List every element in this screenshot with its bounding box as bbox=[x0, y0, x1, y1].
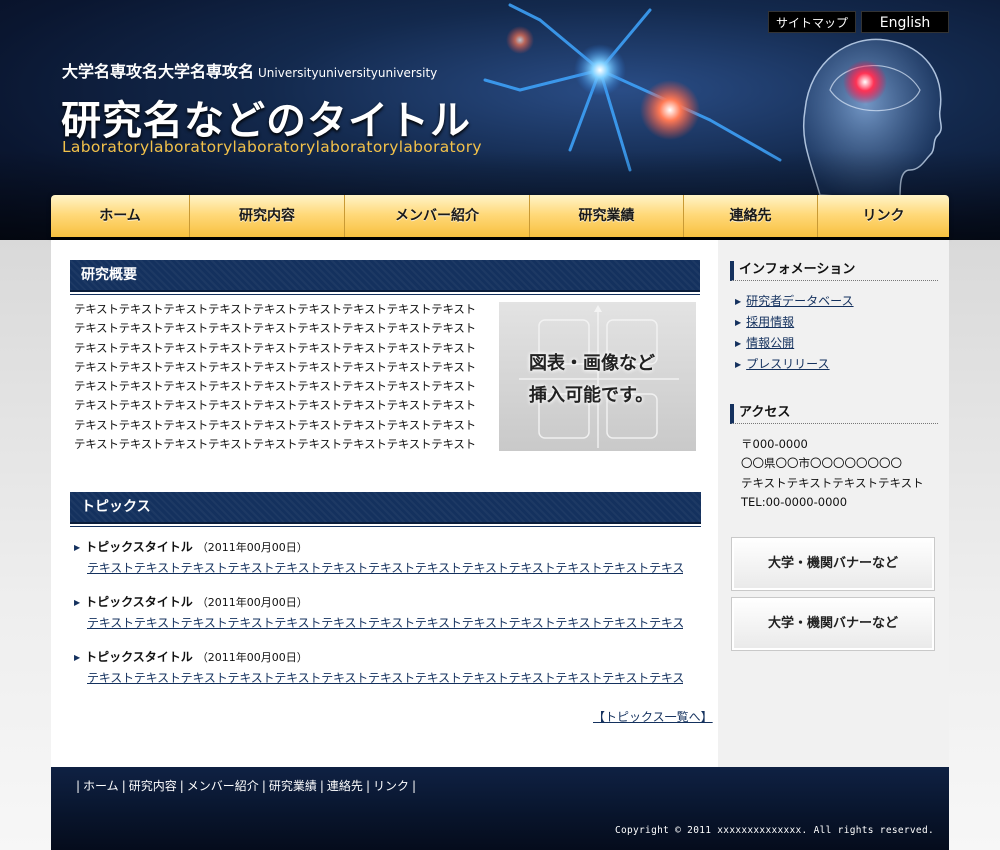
triangle-bullet-icon: ▶ bbox=[74, 653, 81, 662]
nav-achievements[interactable]: 研究業績 bbox=[530, 195, 684, 238]
footer-link-links[interactable]: リンク bbox=[373, 779, 409, 793]
researcher-database-link[interactable]: 研究者データベース bbox=[746, 294, 853, 308]
nav-research[interactable]: 研究内容 bbox=[190, 195, 345, 238]
overview-text-line: テキストテキストテキストテキストテキストテキストテキストテキストテキスト bbox=[74, 359, 476, 374]
lab-name: Laboratorylaboratorylaboratorylaboratory… bbox=[62, 138, 482, 156]
figure-placeholder: 図表・画像など 挿入可能です。 bbox=[499, 302, 696, 451]
overview-text-line: テキストテキストテキストテキストテキストテキストテキストテキストテキスト bbox=[74, 417, 476, 432]
footer-link-research[interactable]: 研究内容 bbox=[129, 779, 177, 793]
topic-title: トピックスタイトル bbox=[85, 540, 193, 554]
copyright: Copyright © 2011 xxxxxxxxxxxxxx. All rig… bbox=[614, 825, 934, 836]
footer-link-achievements[interactable]: 研究業績 bbox=[269, 779, 317, 793]
triangle-bullet-icon: ▶ bbox=[74, 598, 81, 607]
info-link-list: ▶ 研究者データベース ▶ 採用情報 ▶ 情報公開 ▶ プレスリリース bbox=[735, 293, 854, 377]
info-link-item: ▶ 採用情報 bbox=[735, 314, 854, 335]
overview-text-line: テキストテキストテキストテキストテキストテキストテキストテキストテキスト bbox=[74, 340, 476, 355]
topic-header: ▶ トピックスタイトル （2011年00月00日） bbox=[74, 593, 694, 610]
topic-item: ▶ トピックスタイトル （2011年00月00日） テキストテキストテキストテキスト… bbox=[74, 648, 694, 686]
institution-banner[interactable]: 大学・機関バナーなど bbox=[731, 537, 935, 591]
nav-links[interactable]: リンク bbox=[818, 195, 949, 238]
figure-caption: 図表・画像など 挿入可能です。 bbox=[529, 348, 655, 412]
topics-list-link[interactable]: 【トピックス一覧へ】 bbox=[593, 708, 713, 725]
topics-heading: トピックス bbox=[70, 492, 701, 527]
institution-banner[interactable]: 大学・機関バナーなど bbox=[731, 597, 935, 651]
disclosure-link[interactable]: 情報公開 bbox=[746, 336, 794, 350]
figure-caption-line: 挿入可能です。 bbox=[529, 385, 654, 406]
triangle-bullet-icon: ▶ bbox=[74, 543, 81, 552]
footer-nav: | ホーム | 研究内容 | メンバー紹介 | 研究業績 | 連絡先 | リンク | bbox=[76, 779, 417, 793]
info-link-item: ▶ 研究者データベース bbox=[735, 293, 854, 314]
phone-number: TEL:00-0000-0000 bbox=[741, 494, 848, 509]
footer-link-members[interactable]: メンバー紹介 bbox=[187, 779, 259, 793]
access-info: 〒000-0000 〇〇県〇〇市〇〇〇〇〇〇〇〇 テキストテキストテキストテキス… bbox=[741, 435, 924, 512]
topic-link[interactable]: テキストテキストテキストテキストテキストテキストテキストテキストテキストテキスト… bbox=[87, 559, 683, 576]
info-heading: インフォメーション bbox=[730, 261, 938, 281]
topic-date: （2011年00月00日） bbox=[196, 596, 308, 609]
address: 〇〇県〇〇市〇〇〇〇〇〇〇〇 bbox=[741, 456, 902, 471]
topic-header: ▶ トピックスタイトル （2011年00月00日） bbox=[74, 648, 694, 665]
figure-caption-line: 図表・画像など bbox=[529, 353, 655, 374]
nav-members[interactable]: メンバー紹介 bbox=[345, 195, 530, 238]
topic-date: （2011年00月00日） bbox=[196, 651, 308, 664]
info-link-item: ▶ 情報公開 bbox=[735, 335, 854, 356]
topic-title: トピックスタイトル bbox=[85, 595, 193, 609]
topic-header: ▶ トピックスタイトル （2011年00月00日） bbox=[74, 538, 694, 555]
overview-heading: 研究概要 bbox=[70, 260, 700, 295]
overview-text-line: テキストテキストテキストテキストテキストテキストテキストテキストテキスト bbox=[74, 379, 476, 394]
nav-contact[interactable]: 連絡先 bbox=[684, 195, 818, 238]
info-link-item: ▶ プレスリリース bbox=[735, 356, 854, 377]
footer-link-home[interactable]: ホーム bbox=[83, 779, 119, 793]
press-release-link[interactable]: プレスリリース bbox=[746, 357, 829, 371]
footer-link-contact[interactable]: 連絡先 bbox=[327, 779, 363, 793]
university-name: 大学名専攻名大学名専攻名 Universityuniversityuniversi… bbox=[62, 58, 437, 82]
overview-text-line: テキストテキストテキストテキストテキストテキストテキストテキストテキスト bbox=[74, 437, 476, 452]
sitemap-button[interactable]: サイトマップ bbox=[768, 11, 856, 33]
global-nav: ホーム 研究内容 メンバー紹介 研究業績 連絡先 リンク bbox=[51, 195, 949, 238]
utility-nav: サイトマップ English bbox=[768, 11, 949, 33]
site-footer: | ホーム | 研究内容 | メンバー紹介 | 研究業績 | 連絡先 | リンク | Copyright… bbox=[51, 767, 949, 850]
access-heading: アクセス bbox=[730, 404, 938, 424]
postal-code: 〒000-0000 bbox=[741, 437, 808, 451]
topic-date: （2011年00月00日） bbox=[196, 541, 308, 554]
recruitment-link[interactable]: 採用情報 bbox=[746, 315, 794, 329]
topic-link[interactable]: テキストテキストテキストテキストテキストテキストテキストテキストテキストテキスト… bbox=[87, 669, 683, 686]
overview-text: テキストテキストテキストテキストテキストテキストテキストテキストテキスト テキス… bbox=[74, 300, 484, 454]
address-detail: テキストテキストテキストテキスト bbox=[741, 475, 924, 490]
triangle-bullet-icon: ▶ bbox=[735, 297, 742, 306]
topic-item: ▶ トピックスタイトル （2011年00月00日） テキストテキストテキストテキスト… bbox=[74, 593, 694, 631]
overview-text-line: テキストテキストテキストテキストテキストテキストテキストテキストテキスト bbox=[74, 398, 476, 413]
topic-link[interactable]: テキストテキストテキストテキストテキストテキストテキストテキストテキストテキスト… bbox=[87, 614, 683, 631]
triangle-bullet-icon: ▶ bbox=[735, 339, 742, 348]
triangle-bullet-icon: ▶ bbox=[735, 318, 742, 327]
topic-item: ▶ トピックスタイトル （2011年00月00日） テキストテキストテキストテキスト… bbox=[74, 538, 694, 576]
nav-home[interactable]: ホーム bbox=[51, 195, 190, 238]
overview-text-line: テキストテキストテキストテキストテキストテキストテキストテキストテキスト bbox=[74, 302, 476, 316]
english-button[interactable]: English bbox=[861, 11, 949, 33]
triangle-bullet-icon: ▶ bbox=[735, 360, 742, 369]
overview-text-line: テキストテキストテキストテキストテキストテキストテキストテキストテキスト bbox=[74, 321, 476, 336]
university-name-ja: 大学名専攻名大学名専攻名 bbox=[62, 62, 255, 81]
university-name-en: Universityuniversityuniversity bbox=[258, 66, 438, 80]
topic-title: トピックスタイトル bbox=[85, 650, 193, 664]
